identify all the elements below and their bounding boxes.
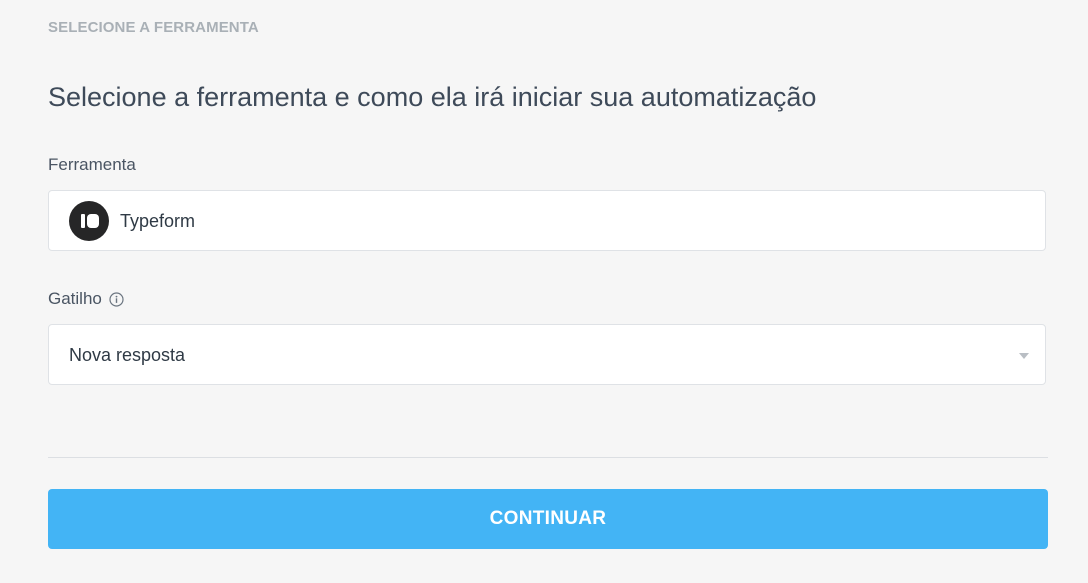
tool-selection-page: SELECIONE A FERRAMENTA Selecione a ferra…	[0, 0, 1088, 583]
tool-field-label: Ferramenta	[48, 155, 136, 174]
trigger-selected-value: Nova resposta	[69, 345, 186, 365]
tool-name: Typeform	[120, 211, 196, 231]
info-icon[interactable]	[109, 291, 124, 307]
continue-button[interactable]: CONTINUAR	[48, 489, 1048, 549]
trigger-field-label: Gatilho	[48, 289, 102, 308]
page-title: Selecione a ferramenta e como ela irá in…	[48, 82, 817, 112]
trigger-select[interactable]: Nova resposta	[48, 324, 1046, 385]
section-label: SELECIONE A FERRAMENTA	[48, 19, 259, 36]
typeform-logo-icon	[69, 201, 109, 241]
divider	[48, 457, 1048, 458]
chevron-down-icon	[1019, 353, 1029, 359]
trigger-field-label-row: Gatilho	[48, 289, 124, 309]
tool-field[interactable]: Typeform	[48, 190, 1046, 251]
